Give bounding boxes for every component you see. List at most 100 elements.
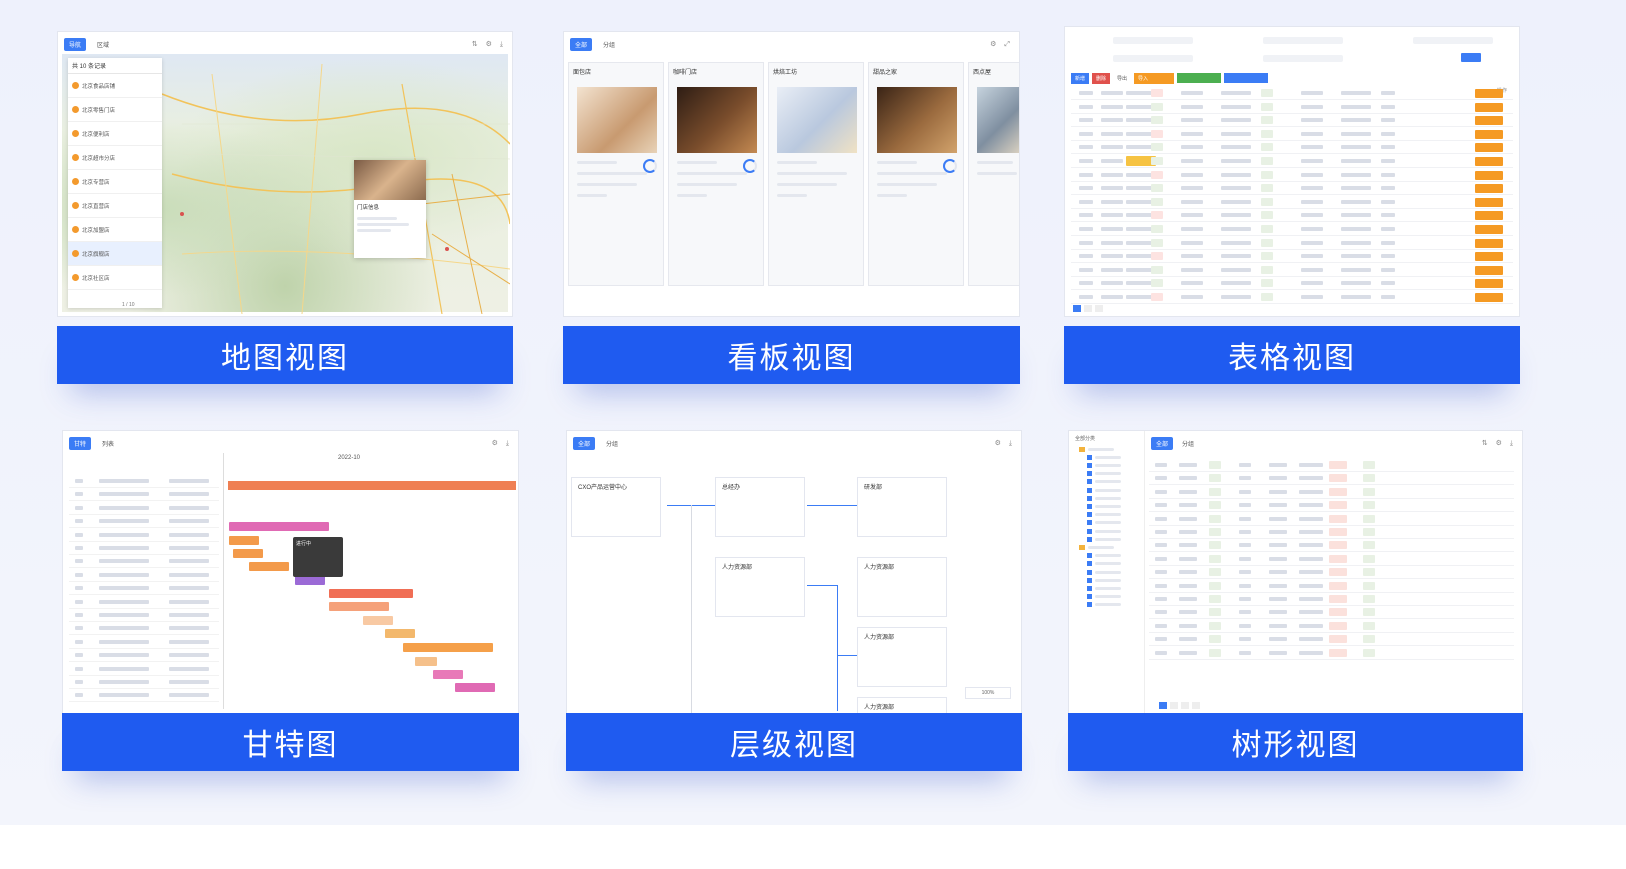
store-list-item[interactable]: 北京食品店铺: [68, 74, 162, 98]
table-row[interactable]: [1149, 539, 1514, 553]
tab-list[interactable]: 列表: [97, 437, 119, 450]
table-row[interactable]: [1149, 606, 1514, 620]
table-row[interactable]: [1149, 486, 1514, 499]
table-row[interactable]: [1071, 114, 1513, 128]
store-list-item[interactable]: 北京专营店: [68, 170, 162, 194]
table-row[interactable]: [1149, 647, 1514, 660]
map-view-card[interactable]: 导航 区域 ⇅ ⚙ ⤓ 共 10 条记录 北京食品店铺 北京零售门店 北京便利店…: [57, 31, 513, 384]
table-row[interactable]: [1149, 499, 1514, 513]
gantt-task-row[interactable]: [69, 609, 219, 622]
tab-nav[interactable]: 导航: [64, 38, 87, 51]
green-action-button[interactable]: [1177, 73, 1222, 83]
table-row[interactable]: [1149, 459, 1514, 472]
add-button[interactable]: 新增: [1071, 73, 1090, 84]
table-view-card[interactable]: 新增 删除 导出 导入 操作 表格视图: [1064, 26, 1520, 384]
table-row[interactable]: [1149, 633, 1514, 647]
delete-button[interactable]: 删除: [1092, 73, 1111, 84]
tree-node[interactable]: [1087, 584, 1121, 592]
tree-node[interactable]: [1087, 461, 1121, 469]
tree-node[interactable]: [1087, 593, 1121, 601]
kanban-column[interactable]: 西点屋: [968, 62, 1019, 286]
kanban-column[interactable]: 烘焙工坊: [768, 62, 864, 286]
gantt-task-row[interactable]: [69, 596, 219, 609]
table-row[interactable]: [1149, 593, 1514, 606]
gantt-task-row[interactable]: [69, 676, 219, 689]
table-row[interactable]: [1071, 196, 1513, 209]
gantt-task-row[interactable]: [69, 475, 219, 488]
org-node[interactable]: CXO产品运营中心: [571, 477, 661, 537]
row-action-button[interactable]: [1475, 143, 1503, 153]
table-row[interactable]: [1071, 264, 1513, 277]
map-canvas[interactable]: 共 10 条记录 北京食品店铺 北京零售门店 北京便利店 北京超市分店 北京专营…: [62, 54, 510, 314]
table-row[interactable]: [1071, 277, 1513, 291]
table-row[interactable]: [1149, 472, 1514, 486]
gantt-tools-icon[interactable]: ⚙ ⤓: [492, 439, 512, 448]
table-row[interactable]: [1149, 526, 1514, 539]
org-node[interactable]: 总经办: [715, 477, 805, 537]
store-list-item[interactable]: 北京社区店: [68, 266, 162, 290]
gantt-task-row[interactable]: [69, 663, 219, 676]
org-node[interactable]: 研发部: [857, 477, 947, 537]
row-action-button[interactable]: [1475, 116, 1503, 126]
gantt-task-row[interactable]: [69, 555, 219, 569]
tree-node[interactable]: [1087, 494, 1121, 502]
tree-node[interactable]: [1079, 543, 1114, 551]
org-node[interactable]: 人力资源部: [715, 557, 805, 617]
gantt-summary-bar[interactable]: [228, 481, 516, 490]
tree-pagination[interactable]: [1159, 702, 1200, 709]
row-action-button[interactable]: [1475, 129, 1503, 139]
tree-node[interactable]: [1087, 519, 1121, 527]
gantt-bar[interactable]: [403, 643, 493, 652]
tree-node[interactable]: [1087, 470, 1121, 478]
gantt-bar[interactable]: [229, 522, 329, 531]
gantt-task-row[interactable]: [69, 542, 219, 555]
tree-view-card[interactable]: 全部分类 全部 分组 ⇅ ⚙ ⤓ 树形视图: [1068, 430, 1523, 771]
kanban-view-card[interactable]: 全部 分组 ⚙ ⤢ 面包店 咖啡门店 烘焙工坊 甜品之家 西点屋 看板视图: [563, 31, 1020, 384]
org-node[interactable]: 人力资源部: [857, 697, 947, 713]
table-row[interactable]: [1071, 141, 1513, 155]
tab-group[interactable]: 分组: [598, 38, 620, 51]
map-tools-icon[interactable]: ⇅ ⚙ ⤓: [472, 40, 506, 49]
table-row[interactable]: [1071, 87, 1513, 100]
gantt-task-row[interactable]: [69, 515, 219, 529]
table-row[interactable]: [1071, 155, 1513, 168]
row-action-button[interactable]: [1475, 89, 1503, 98]
row-action-button[interactable]: [1475, 184, 1503, 194]
tree-node[interactable]: [1087, 535, 1121, 543]
table-row[interactable]: [1149, 553, 1514, 566]
gantt-task-row[interactable]: [69, 488, 219, 502]
store-list-item-selected[interactable]: 北京旗舰店: [68, 242, 162, 266]
kanban-column[interactable]: 甜品之家: [868, 62, 964, 286]
table-row[interactable]: [1071, 182, 1513, 196]
tree-node[interactable]: [1087, 601, 1121, 609]
tree-node[interactable]: [1087, 576, 1121, 584]
gantt-view-card[interactable]: 甘特 列表 ⚙ ⤓ 2022-10 进行中 甘特图: [62, 430, 519, 771]
table-row[interactable]: [1149, 566, 1514, 580]
row-action-button[interactable]: [1475, 157, 1503, 166]
gantt-bar[interactable]: [233, 549, 263, 558]
table-row[interactable]: [1149, 620, 1514, 633]
blue-action-button[interactable]: [1224, 73, 1269, 83]
gantt-bar[interactable]: [363, 616, 393, 625]
export-button[interactable]: 导出: [1113, 73, 1131, 84]
row-action-button[interactable]: [1475, 225, 1503, 234]
row-action-button[interactable]: [1475, 279, 1503, 289]
tree-node[interactable]: [1087, 568, 1121, 576]
gantt-bar[interactable]: [385, 629, 415, 638]
gantt-task-row[interactable]: [69, 582, 219, 596]
tab-group[interactable]: 分组: [601, 437, 623, 450]
gantt-bar[interactable]: [455, 683, 495, 692]
zoom-select[interactable]: 100%: [965, 687, 1011, 699]
table-pagination[interactable]: [1073, 305, 1103, 312]
row-action-button[interactable]: [1475, 265, 1503, 275]
gantt-task-row[interactable]: [69, 622, 219, 636]
gantt-task-row[interactable]: [69, 502, 219, 515]
tree-node[interactable]: [1087, 486, 1121, 494]
gantt-task-row[interactable]: [69, 569, 219, 582]
search-button[interactable]: [1461, 53, 1481, 62]
gantt-bar[interactable]: [329, 589, 413, 598]
tab-all[interactable]: 全部: [573, 437, 596, 450]
table-row[interactable]: [1071, 223, 1513, 236]
store-list-item[interactable]: 北京超市分店: [68, 146, 162, 170]
tab-group[interactable]: 分组: [1177, 437, 1199, 450]
